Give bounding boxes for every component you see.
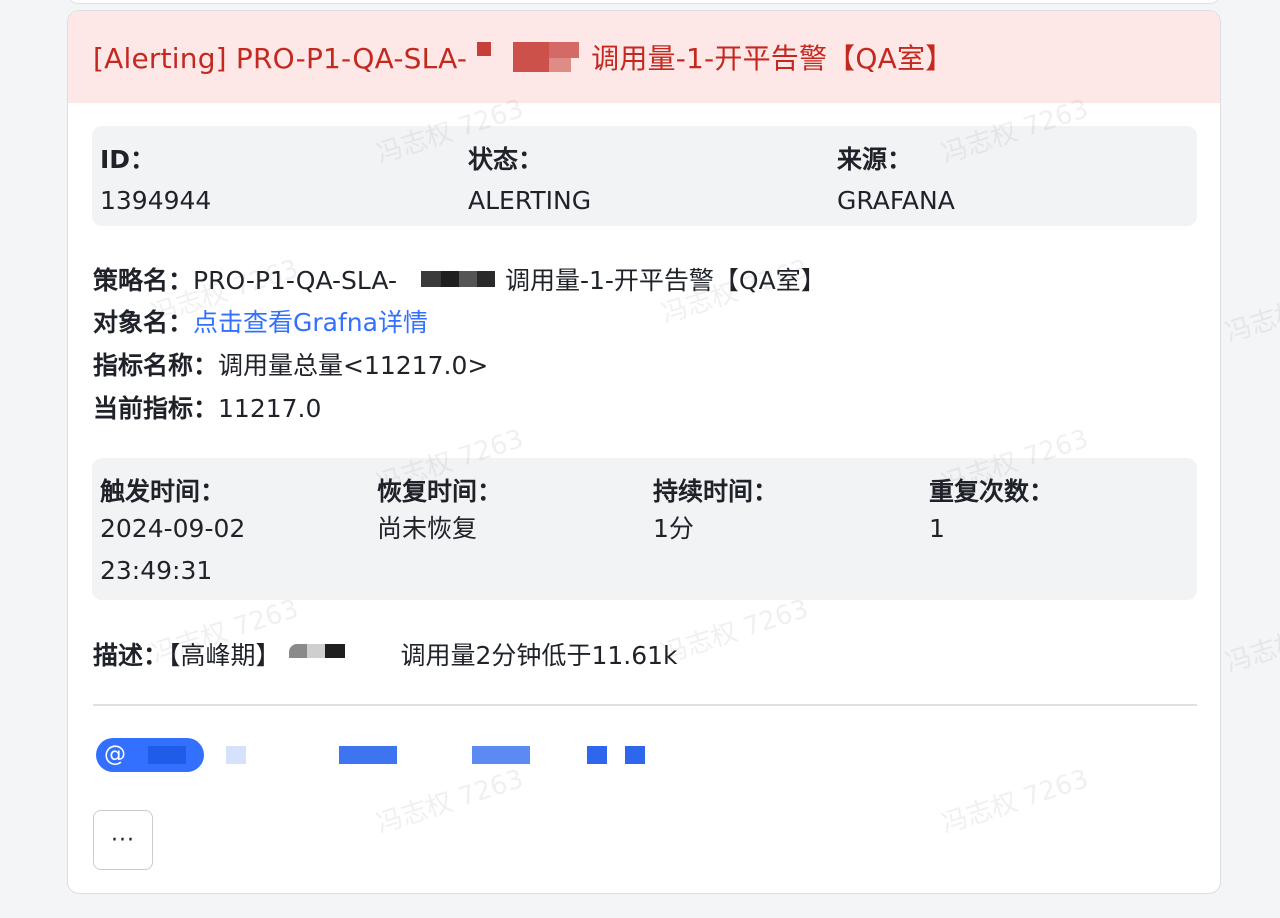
metric-name-row: 指标名称：调用量总量<11217.0> xyxy=(93,346,488,382)
recover-time-field: 恢复时间： 尚未恢复 xyxy=(377,472,502,550)
duration-field: 持续时间： 1分 xyxy=(653,472,778,550)
watermark-text: 冯志权 7263 xyxy=(1221,603,1280,679)
alert-card: [Alerting] PRO-P1-QA-SLA- 调用量-1-开平告警【QA室… xyxy=(67,10,1221,894)
repeat-count-value: 1 xyxy=(929,514,945,543)
summary-panel: ID： 1394944 状态： ALERTING 来源： GRAFANA xyxy=(92,126,1197,226)
alert-title-suffix: 调用量-1-开平告警【QA室】 xyxy=(591,42,954,75)
redacted-block xyxy=(625,746,645,764)
more-button[interactable]: ··· xyxy=(93,810,153,870)
source-field: 来源： GRAFANA xyxy=(837,140,955,222)
trigger-time-field: 触发时间： 2024-09-02 23:49:31 xyxy=(100,472,245,592)
trigger-time-label: 触发时间： xyxy=(100,477,226,506)
object-row: 对象名：点击查看Grafna详情 xyxy=(93,303,428,339)
previous-card-edge xyxy=(68,0,1220,4)
at-icon: @ xyxy=(104,742,126,767)
alert-title-prefix: [Alerting] PRO-P1-QA-SLA- xyxy=(93,42,468,75)
id-label: ID： xyxy=(100,145,156,174)
mention-chip[interactable]: @ xyxy=(96,738,204,772)
source-value: GRAFANA xyxy=(837,186,955,215)
policy-suffix: 调用量-1-开平告警【QA室】 xyxy=(504,266,826,295)
object-label: 对象名： xyxy=(93,308,194,337)
policy-row: 策略名：PRO-P1-QA-SLA- 调用量-1-开平告警【QA室】 xyxy=(93,261,826,297)
description-suffix: 调用量2分钟低于11.61k xyxy=(400,641,678,670)
policy-prefix: PRO-P1-QA-SLA- xyxy=(193,266,397,295)
duration-value: 1分 xyxy=(653,514,694,543)
source-label: 来源： xyxy=(837,145,913,174)
status-field: 状态： ALERTING xyxy=(468,140,591,222)
description-prefix: 【高峰期】 xyxy=(168,641,281,670)
redacted-block xyxy=(469,40,589,74)
status-label: 状态： xyxy=(468,145,544,174)
redacted-block xyxy=(339,746,397,764)
divider xyxy=(93,704,1197,706)
policy-label: 策略名： xyxy=(93,266,194,295)
redacted-block xyxy=(281,644,401,666)
timing-panel: 触发时间： 2024-09-02 23:49:31 恢复时间： 尚未恢复 持续时… xyxy=(92,458,1197,600)
duration-label: 持续时间： xyxy=(653,477,779,506)
recover-time-label: 恢复时间： xyxy=(377,477,503,506)
current-metric-label: 当前指标： xyxy=(93,394,219,423)
watermark-text: 冯志权 7263 xyxy=(657,594,813,670)
description-row: 描述：【高峰期】 调用量2分钟低于11.61k xyxy=(93,636,678,672)
redacted-block xyxy=(472,746,530,764)
card-header: [Alerting] PRO-P1-QA-SLA- 调用量-1-开平告警【QA室… xyxy=(68,11,1220,103)
redacted-block xyxy=(148,746,186,764)
current-metric-row: 当前指标：11217.0 xyxy=(93,389,321,425)
mention-list: @ xyxy=(96,738,696,774)
watermark-text: 冯志权 7263 xyxy=(1221,273,1280,349)
current-metric-value: 11217.0 xyxy=(218,394,322,423)
repeat-count-field: 重复次数： 1 xyxy=(929,472,1054,550)
id-field: ID： 1394944 xyxy=(100,140,211,222)
repeat-count-label: 重复次数： xyxy=(929,477,1055,506)
trigger-time-value: 2024-09-02 23:49:31 xyxy=(100,514,246,585)
status-value: ALERTING xyxy=(468,186,592,215)
recover-time-value: 尚未恢复 xyxy=(377,514,478,543)
grafana-details-link[interactable]: 点击查看Grafna详情 xyxy=(193,308,428,337)
redacted-block xyxy=(587,746,607,764)
redacted-block xyxy=(226,746,246,764)
watermark-text: 冯志权 7263 xyxy=(937,764,1093,840)
redacted-block xyxy=(397,269,505,291)
description-label: 描述： xyxy=(93,641,169,670)
id-value: 1394944 xyxy=(100,186,212,215)
metric-name-label: 指标名称： xyxy=(93,351,219,380)
alert-title: [Alerting] PRO-P1-QA-SLA- 调用量-1-开平告警【QA室… xyxy=(93,37,953,77)
metric-name-value: 调用量总量<11217.0> xyxy=(218,351,489,380)
